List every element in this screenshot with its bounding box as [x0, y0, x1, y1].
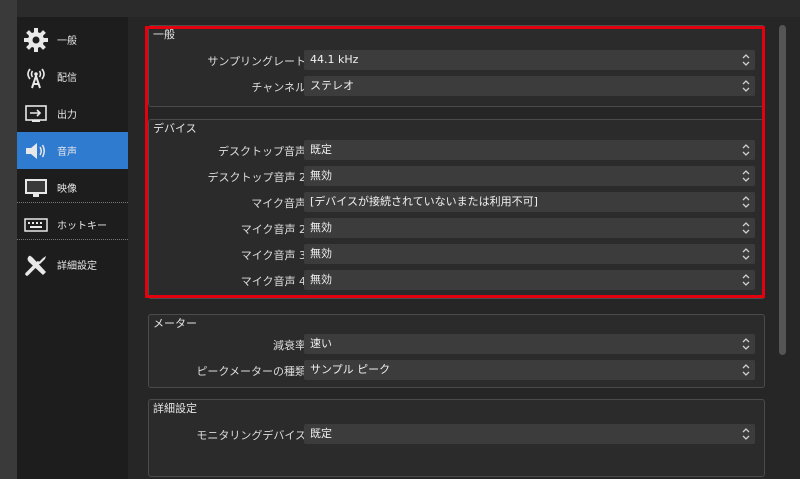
group-title: 詳細設定 [153, 402, 197, 415]
select-value: ステレオ [310, 79, 354, 92]
sidebar-item-output[interactable]: 出力 [17, 95, 128, 132]
output-icon [23, 101, 49, 127]
monitoring-row: モニタリングデバイス 既定 [149, 424, 766, 444]
updown-chevron-icon [742, 54, 750, 66]
device-label: マイク音声 3 [240, 249, 306, 262]
sidebar-item-audio[interactable]: 音声 [17, 132, 128, 169]
sidebar-item-label: 音声 [57, 147, 77, 158]
sidebar-item-label: 配信 [57, 73, 77, 84]
sidebar-divider [17, 239, 128, 240]
sidebar-item-advanced[interactable]: 詳細設定 [17, 246, 128, 283]
device-row: マイク音声 3 無効 [149, 244, 766, 264]
select-value: [デバイスが接続されていないまたは利用不可] [310, 195, 538, 208]
sample-rate-label: サンプリングレート [207, 55, 306, 68]
channels-label: チャンネル [251, 81, 306, 94]
device-label: マイク音声 [251, 197, 306, 210]
channels-row: チャンネル ステレオ [149, 76, 766, 96]
select-value: 無効 [310, 169, 332, 182]
device-label: マイク音声 2 [240, 223, 306, 236]
updown-chevron-icon [742, 274, 750, 286]
updown-chevron-icon [742, 144, 750, 156]
monitor-icon [23, 175, 49, 201]
decay-row: 減衰率 速い [149, 334, 766, 354]
decay-label: 減衰率 [273, 339, 306, 352]
gear-icon [23, 27, 49, 53]
desktop-audio-2-select[interactable]: 無効 [304, 166, 755, 186]
select-value: 既定 [310, 143, 332, 156]
devices-group: デバイス デスクトップ音声 既定 デスクトップ音声 2 無効 マイク音声 [デバ… [148, 119, 765, 299]
sidebar-item-general[interactable]: 一般 [17, 21, 128, 58]
updown-chevron-icon [742, 80, 750, 92]
monitoring-device-select[interactable]: 既定 [304, 424, 755, 444]
sidebar-item-stream[interactable]: 配信 [17, 58, 128, 95]
updown-chevron-icon [742, 428, 750, 440]
mic-audio-2-select[interactable]: 無効 [304, 218, 755, 238]
sidebar-divider [17, 202, 128, 203]
mic-audio-3-select[interactable]: 無効 [304, 244, 755, 264]
channels-select[interactable]: ステレオ [304, 76, 755, 96]
device-row: マイク音声 2 無効 [149, 218, 766, 238]
sidebar-item-hotkeys[interactable]: ホットキー [17, 206, 128, 243]
select-value: 無効 [310, 273, 332, 286]
sidebar-item-label: ホットキー [57, 221, 107, 232]
updown-chevron-icon [742, 196, 750, 208]
sidebar-item-label: 一般 [57, 36, 77, 47]
tools-icon [23, 252, 49, 278]
sidebar-item-label: 出力 [57, 110, 77, 121]
speaker-icon [23, 138, 49, 164]
peak-type-row: ピークメーターの種類 サンプル ピーク [149, 360, 766, 380]
select-value: 速い [310, 337, 332, 350]
peak-meter-type-select[interactable]: サンプル ピーク [304, 360, 755, 380]
monitoring-label: モニタリングデバイス [196, 429, 306, 442]
device-row: マイク音声 [デバイスが接続されていないまたは利用不可] [149, 192, 766, 212]
mic-audio-select[interactable]: [デバイスが接続されていないまたは利用不可] [304, 192, 755, 212]
group-title: 一般 [153, 28, 175, 41]
updown-chevron-icon [742, 222, 750, 234]
general-group: 一般 サンプリングレート 44.1 kHz チャンネル ステレオ [148, 25, 765, 107]
select-value: 無効 [310, 221, 332, 234]
peak-type-label: ピークメーターの種類 [196, 365, 306, 378]
select-value: 44.1 kHz [310, 53, 359, 66]
desktop-audio-select[interactable]: 既定 [304, 140, 755, 160]
updown-chevron-icon [742, 170, 750, 182]
select-value: 無効 [310, 247, 332, 260]
select-value: 既定 [310, 427, 332, 440]
device-label: デスクトップ音声 2 [207, 171, 307, 184]
sidebar-item-video[interactable]: 映像 [17, 169, 128, 206]
device-row: デスクトップ音声 2 無効 [149, 166, 766, 186]
sample-rate-row: サンプリングレート 44.1 kHz [149, 50, 766, 70]
advanced-group: 詳細設定 モニタリングデバイス 既定 [148, 399, 765, 477]
mic-audio-4-select[interactable]: 無効 [304, 270, 755, 290]
updown-chevron-icon [742, 364, 750, 376]
sidebar-item-label: 映像 [57, 184, 77, 195]
settings-sidebar: 一般 配信 出力 音声 映像 ホットキー 詳細設定 [17, 17, 128, 479]
updown-chevron-icon [742, 338, 750, 350]
device-row: マイク音声 4 無効 [149, 270, 766, 290]
sample-rate-select[interactable]: 44.1 kHz [304, 50, 755, 70]
keyboard-icon [23, 212, 49, 238]
audio-settings-panel: 一般 サンプリングレート 44.1 kHz チャンネル ステレオ デバイス デス… [128, 17, 800, 479]
group-title: メーター [153, 317, 197, 330]
broadcast-icon [23, 64, 49, 90]
window-left-edge [0, 0, 17, 479]
updown-chevron-icon [742, 248, 750, 260]
device-row: デスクトップ音声 既定 [149, 140, 766, 160]
group-title: デバイス [153, 122, 197, 135]
select-value: サンプル ピーク [310, 363, 391, 376]
device-label: デスクトップ音声 [218, 145, 306, 158]
meters-group: メーター 減衰率 速い ピークメーターの種類 サンプル ピーク [148, 314, 765, 388]
decay-rate-select[interactable]: 速い [304, 334, 755, 354]
sidebar-item-label: 詳細設定 [57, 261, 97, 272]
vertical-scrollbar[interactable] [779, 25, 786, 355]
device-label: マイク音声 4 [240, 275, 306, 288]
